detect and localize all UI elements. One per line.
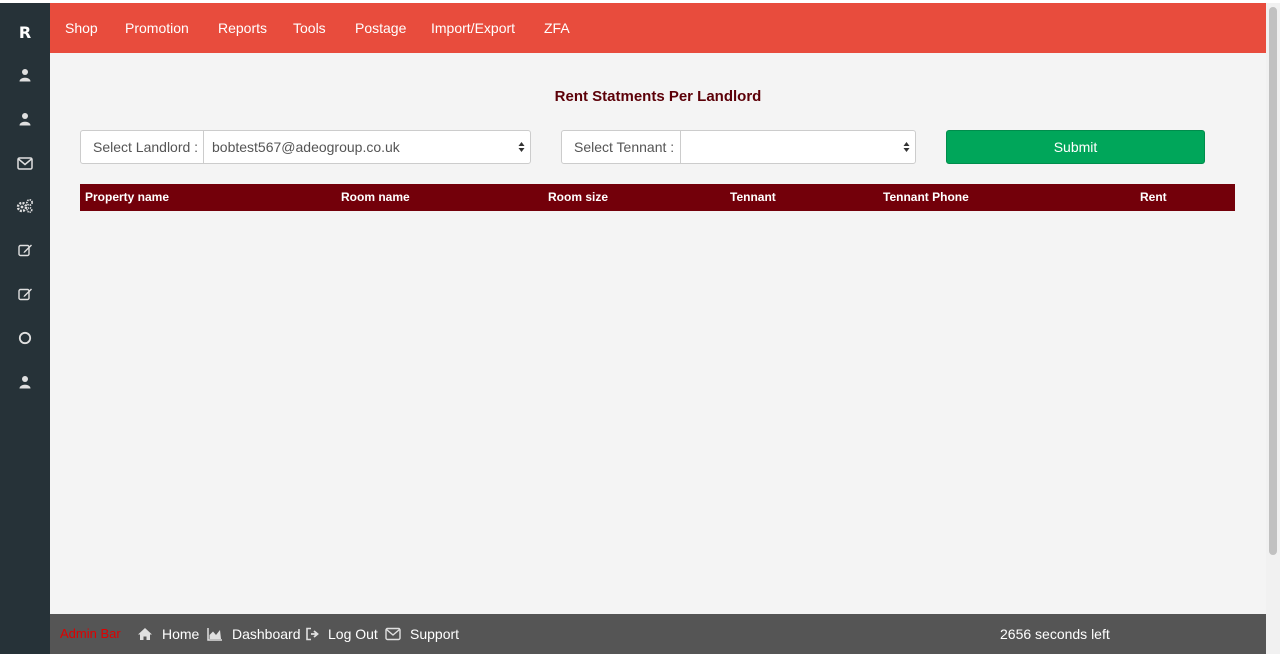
main-content: Rent Statments Per Landlord Select Landl… — [50, 53, 1266, 614]
column-header-rent[interactable]: Rent — [1140, 184, 1167, 211]
envelope-icon[interactable] — [15, 153, 35, 173]
footer-link-logout[interactable]: Log Out — [328, 614, 378, 654]
select-arrows-icon — [903, 142, 910, 152]
page-title: Rent Statments Per Landlord — [554, 88, 762, 105]
page-scrollbar[interactable] — [1266, 3, 1280, 654]
user-icon[interactable] — [15, 65, 35, 85]
nav-item-reports[interactable]: Reports — [218, 3, 267, 53]
sign-out-icon[interactable] — [305, 627, 321, 641]
column-header-room-name[interactable]: Room name — [341, 184, 410, 211]
footer-link-support[interactable]: Support — [410, 614, 459, 654]
area-chart-icon[interactable] — [207, 627, 223, 641]
home-icon[interactable] — [137, 627, 153, 641]
sidebar-logo[interactable]: R — [0, 23, 50, 42]
admin-bar: Admin Bar Home Dashboard Log Out Support… — [50, 614, 1266, 654]
sidebar: R — [0, 3, 50, 654]
session-timer: 2656 seconds left — [1000, 626, 1110, 642]
edit-icon[interactable] — [15, 284, 35, 304]
nav-item-promotion[interactable]: Promotion — [125, 3, 189, 53]
nav-item-shop[interactable]: Shop — [65, 3, 98, 53]
landlord-select-value: bobtest567@adeogroup.co.uk — [212, 139, 400, 155]
top-nav: Shop Promotion Reports Tools Postage Imp… — [50, 3, 1266, 53]
column-header-room-size[interactable]: Room size — [548, 184, 608, 211]
column-header-property-name[interactable]: Property name — [85, 184, 169, 211]
table-header: Property name Room name Room size Tennan… — [80, 184, 1235, 211]
footer-link-dashboard[interactable]: Dashboard — [232, 614, 301, 654]
footer-link-home[interactable]: Home — [162, 614, 199, 654]
column-header-tenant[interactable]: Tennant — [730, 184, 776, 211]
admin-bar-label: Admin Bar — [60, 626, 121, 641]
landlord-label: Select Landlord : — [80, 130, 204, 164]
user-icon[interactable] — [15, 109, 35, 129]
nav-item-import-export[interactable]: Import/Export — [431, 3, 515, 53]
gears-icon[interactable] — [15, 196, 35, 216]
scrollbar-thumb[interactable] — [1269, 7, 1277, 555]
landlord-select[interactable]: bobtest567@adeogroup.co.uk — [203, 130, 531, 164]
column-header-tenant-phone[interactable]: Tennant Phone — [883, 184, 969, 211]
submit-button[interactable]: Submit — [946, 130, 1205, 164]
select-arrows-icon — [518, 142, 525, 152]
envelope-icon[interactable] — [385, 627, 401, 641]
edit-icon[interactable] — [15, 240, 35, 260]
app-frame: R Shop Promotion Reports Tools Postage I… — [0, 3, 1280, 664]
tenant-select[interactable] — [680, 130, 916, 164]
circle-icon[interactable] — [15, 328, 35, 348]
nav-item-zfa[interactable]: ZFA — [544, 3, 570, 53]
nav-item-tools[interactable]: Tools — [293, 3, 326, 53]
user-icon[interactable] — [15, 372, 35, 392]
bottom-strip — [0, 664, 1280, 669]
nav-item-postage[interactable]: Postage — [355, 3, 406, 53]
tenant-label: Select Tennant : — [561, 130, 681, 164]
